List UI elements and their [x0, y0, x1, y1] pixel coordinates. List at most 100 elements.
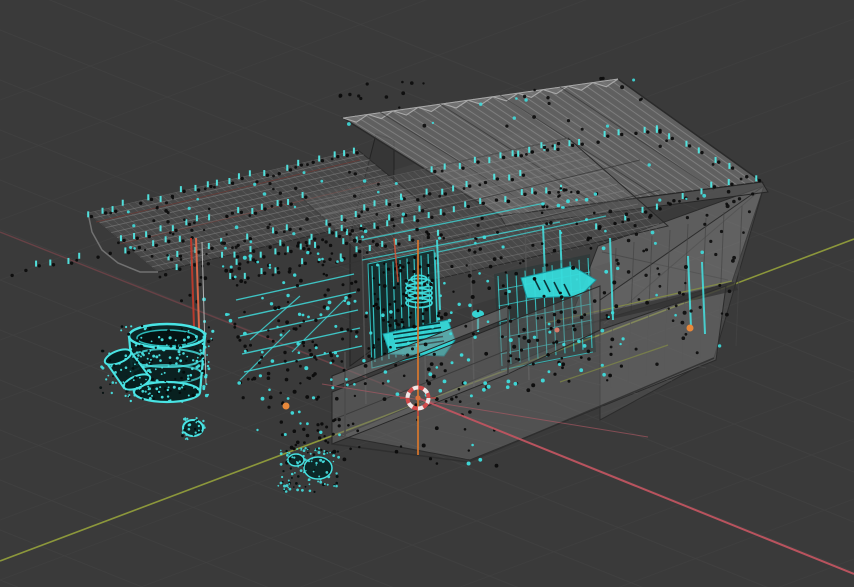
pot-stack-speckle[interactable]	[155, 355, 159, 359]
leaning-pot-speckle[interactable]	[147, 393, 150, 395]
leaning-pot-speckle[interactable]	[136, 361, 139, 364]
right-edge-vertices[interactable]	[725, 202, 729, 206]
interior-vertices[interactable]	[610, 311, 615, 315]
selected-vertex-row[interactable]	[345, 153, 350, 158]
dense-rack-speckle[interactable]	[413, 256, 417, 259]
interior-vertices[interactable]	[526, 388, 531, 393]
interior-vertices[interactable]	[504, 271, 507, 274]
leaning-pot-speckle[interactable]	[124, 388, 127, 391]
front-lower-vertices[interactable]	[363, 364, 368, 368]
spiky-plant-speckle[interactable]	[290, 476, 293, 479]
vertex-row-roof-edge[interactable]	[757, 178, 762, 183]
left-room-vertices[interactable]	[334, 324, 338, 328]
awning-vertices[interactable]	[279, 200, 283, 204]
interior-vertices[interactable]	[609, 352, 613, 356]
object-origin-dot[interactable]	[282, 402, 290, 410]
right-wall-vertices[interactable]	[616, 266, 620, 271]
interior-vertices[interactable]	[394, 319, 398, 323]
selected-vertex-row[interactable]	[510, 177, 515, 182]
left-room-vertices[interactable]	[233, 275, 237, 279]
selected-vertex-row[interactable]	[557, 190, 560, 194]
selected-vertex-row[interactable]	[96, 255, 100, 259]
right-wall-vertices[interactable]	[732, 199, 736, 204]
small-pot-blob[interactable]	[182, 419, 204, 437]
leaning-pot-speckle[interactable]	[125, 382, 128, 386]
pot-stack-speckle[interactable]	[151, 394, 153, 397]
interior-vertices[interactable]	[486, 320, 490, 324]
left-room-vertices[interactable]	[295, 359, 298, 363]
interior-vertices[interactable]	[554, 340, 559, 344]
leaning-pot-speckle[interactable]	[115, 381, 117, 384]
left-room-vertices[interactable]	[258, 374, 262, 378]
selected-vertex-row[interactable]	[343, 218, 347, 222]
interior-vertices[interactable]	[559, 310, 563, 314]
selected-vertex-row[interactable]	[596, 140, 600, 144]
selected-vertex-row[interactable]	[443, 192, 448, 196]
vertex-row-roof-edge[interactable]	[745, 175, 749, 179]
leaning-pot-speckle[interactable]	[135, 391, 138, 394]
ground-trail-vertices[interactable]	[351, 422, 355, 426]
interior-vertices[interactable]	[482, 235, 487, 239]
left-room-vertices[interactable]	[286, 293, 290, 298]
ground-trail-vertices[interactable]	[337, 424, 341, 428]
interior-vertices[interactable]	[463, 381, 467, 385]
leaning-pot-speckle[interactable]	[132, 379, 135, 382]
right-wall-vertices[interactable]	[626, 238, 631, 243]
interior-vertices[interactable]	[480, 216, 484, 220]
spiky-plant-speckle[interactable]	[286, 451, 289, 454]
pot-stack-speckle[interactable]	[194, 362, 196, 365]
pole-area-vertices[interactable]	[199, 276, 203, 279]
pot-stack-speckle[interactable]	[182, 370, 186, 374]
spiky-plant-speckle[interactable]	[312, 453, 316, 456]
spiky-plant-speckle[interactable]	[337, 455, 340, 459]
spiky-plant-speckle[interactable]	[277, 484, 280, 487]
selected-vertex-row[interactable]	[348, 232, 352, 236]
pot-stack-speckle[interactable]	[197, 388, 199, 391]
left-room-vertices[interactable]	[353, 383, 356, 386]
interior-vertices[interactable]	[450, 361, 454, 365]
right-wall-vertices[interactable]	[624, 212, 629, 217]
leaning-pot-speckle[interactable]	[124, 366, 128, 370]
selected-vertex-row[interactable]	[182, 189, 186, 194]
dense-rack-speckle[interactable]	[372, 344, 375, 347]
dense-rack-speckle[interactable]	[383, 262, 386, 265]
front-lower-vertices[interactable]	[337, 417, 341, 422]
interior-vertices[interactable]	[459, 353, 464, 357]
interior-vertices[interactable]	[575, 222, 579, 226]
interior-vertices[interactable]	[545, 263, 549, 267]
left-room-vertices[interactable]	[350, 281, 354, 285]
front-lower-vertices[interactable]	[340, 360, 344, 363]
pot-stack-speckle[interactable]	[178, 353, 181, 356]
awning-vertices[interactable]	[400, 197, 404, 201]
small-pot-speckle[interactable]	[196, 419, 199, 422]
selected-vertex-row[interactable]	[240, 176, 244, 181]
right-wall-vertices[interactable]	[703, 222, 707, 226]
awning-vertices[interactable]	[289, 227, 292, 231]
left-room-vertices[interactable]	[229, 268, 234, 273]
interior-vertices[interactable]	[467, 273, 472, 278]
selected-vertex-row[interactable]	[442, 212, 446, 216]
awning-vertices[interactable]	[294, 186, 298, 191]
interior-vertices[interactable]	[517, 334, 521, 338]
interior-vertices[interactable]	[619, 364, 624, 368]
interior-vertices[interactable]	[589, 246, 593, 250]
selected-vertex-row[interactable]	[137, 245, 142, 250]
interior-vertices[interactable]	[540, 378, 545, 383]
front-lower-vertices[interactable]	[482, 387, 486, 392]
selected-vertex-row[interactable]	[296, 244, 300, 248]
selected-vertex-row[interactable]	[337, 234, 342, 239]
spiky-plant-speckle[interactable]	[299, 469, 303, 472]
awning-vertices[interactable]	[292, 232, 296, 236]
ridge-vertices[interactable]	[638, 98, 642, 102]
spiky-plant-speckle[interactable]	[297, 475, 300, 478]
interior-vertices[interactable]	[473, 335, 477, 339]
spiky-plant-speckle[interactable]	[313, 490, 316, 493]
interior-vertices[interactable]	[561, 362, 566, 367]
left-room-vertices[interactable]	[301, 340, 306, 345]
selected-vertex-row[interactable]	[360, 210, 364, 214]
right-wall-vertices[interactable]	[608, 209, 613, 214]
interior-vertices[interactable]	[522, 327, 526, 332]
awning-vertices[interactable]	[255, 180, 259, 184]
spiky-plant-speckle[interactable]	[286, 453, 289, 457]
pot-stack-speckle[interactable]	[175, 362, 178, 365]
